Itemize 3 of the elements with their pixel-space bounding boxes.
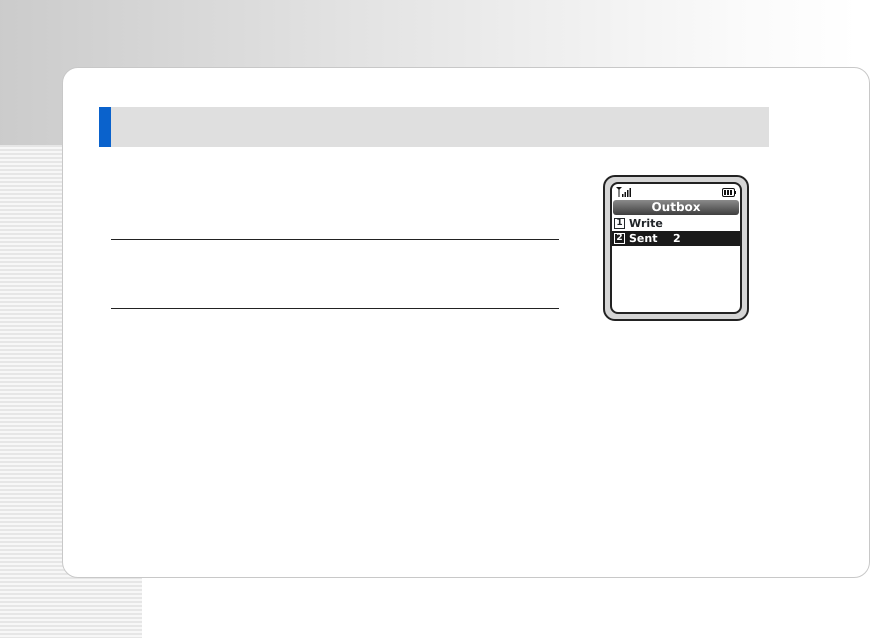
battery-icon [722,188,736,196]
signal-icon [616,187,632,197]
screen-title: Outbox [613,200,739,215]
